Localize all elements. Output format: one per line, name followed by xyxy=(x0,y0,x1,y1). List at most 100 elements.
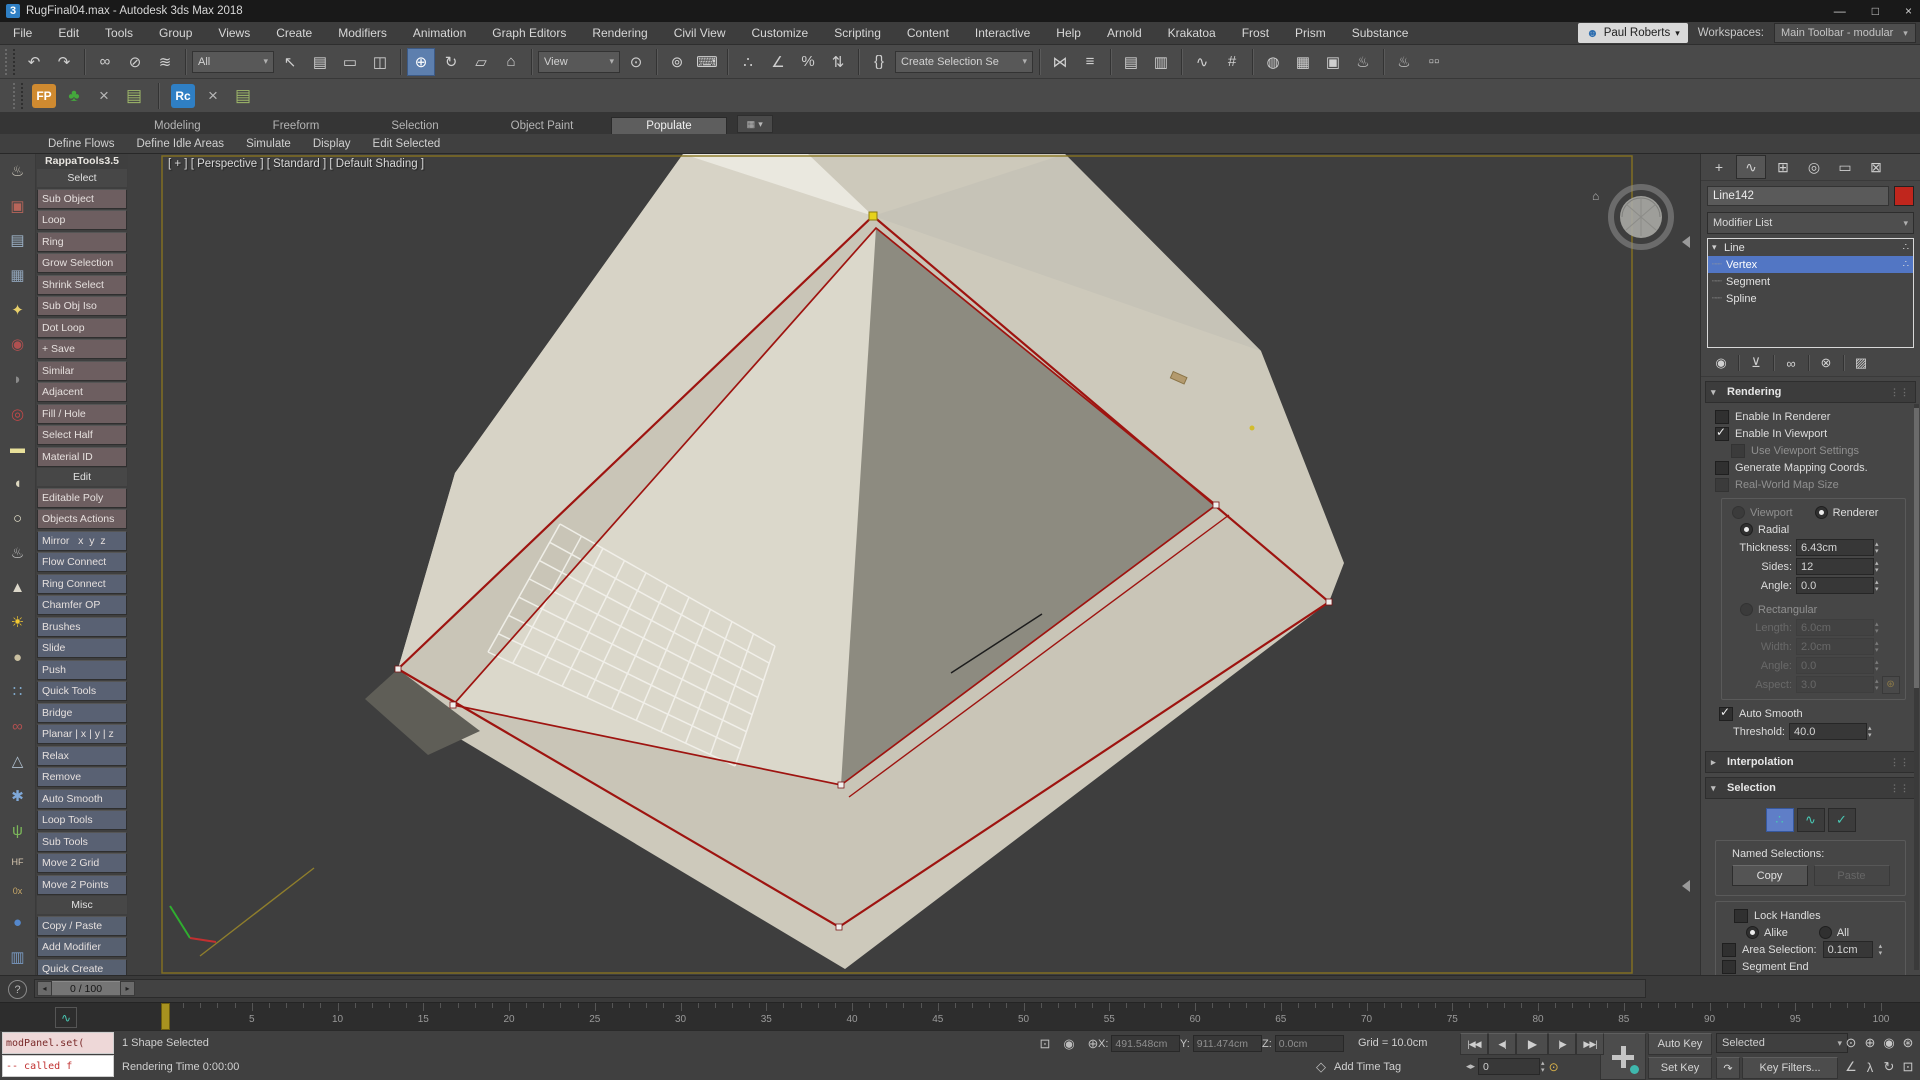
material-editor-icon[interactable]: ◍ xyxy=(1259,48,1287,76)
select-and-scale-icon[interactable]: ▱ xyxy=(467,48,495,76)
keyboard-shortcut-override-icon[interactable]: ⌨ xyxy=(693,48,721,76)
rappa-button-bridge[interactable]: Bridge xyxy=(37,703,127,723)
rappa-button-ring-connect[interactable]: Ring Connect xyxy=(37,574,127,594)
toggle-scene-explorer-icon[interactable]: ▤ xyxy=(1117,48,1145,76)
select-and-link-icon[interactable]: ∞ xyxy=(91,48,119,76)
rendered-frame-window-icon[interactable]: ▣ xyxy=(1319,48,1347,76)
modifier-list-dropdown[interactable]: Modifier List ▾ xyxy=(1707,212,1914,234)
zoom-button[interactable]: ⊙ xyxy=(1842,1033,1860,1053)
bind-to-space-warp-icon[interactable]: ≋ xyxy=(151,48,179,76)
railclone-lister-icon[interactable]: ▤ xyxy=(231,84,255,108)
menu-interactive[interactable]: Interactive xyxy=(962,22,1043,44)
menu-content[interactable]: Content xyxy=(894,22,962,44)
ribbon-tool-display[interactable]: Display xyxy=(305,137,359,151)
z-field[interactable]: 0.0cm xyxy=(1275,1035,1344,1052)
unlink-selection-icon[interactable]: ⊘ xyxy=(121,48,149,76)
select-and-manipulate-icon[interactable]: ⊚ xyxy=(663,48,691,76)
toggle-layer-explorer-icon[interactable]: ▥ xyxy=(1147,48,1175,76)
rappa-button-flow-connect[interactable]: Flow Connect xyxy=(37,552,127,572)
selection-lock-toggle-icon[interactable]: ◉ xyxy=(1060,1035,1078,1053)
spinner-up-icon[interactable]: ▴ xyxy=(1875,659,1879,666)
maximize-button[interactable]: □ xyxy=(1872,4,1879,18)
zoom-region-button[interactable]: ⊛ xyxy=(1899,1033,1917,1053)
render-in-cloud-icon[interactable]: ♨ xyxy=(1390,48,1418,76)
tab-freeform[interactable]: Freeform xyxy=(239,118,354,134)
rock-icon[interactable]: ✱ xyxy=(11,789,24,804)
radio-viewport[interactable] xyxy=(1732,506,1745,519)
rappa-button-mirror-x-y-z[interactable]: Mirror x y z xyxy=(37,531,127,551)
named-selection-sets-dropdown[interactable]: Create Selection Se▾ xyxy=(895,51,1033,73)
stack-item-vertex[interactable]: ┈┈Vertex∴ xyxy=(1708,256,1913,273)
rappa-button-grow-selection[interactable]: Grow Selection xyxy=(37,253,127,273)
checkbox-use-viewport-settings[interactable] xyxy=(1731,444,1745,458)
ribbon-tool-define-idle-areas[interactable]: Define Idle Areas xyxy=(128,137,232,151)
rappa-button-material-id[interactable]: Material ID xyxy=(37,447,127,467)
spinner-up-icon[interactable]: ▴ xyxy=(1875,579,1879,586)
configure-modifier-sets-icon[interactable]: ▨ xyxy=(1849,353,1873,373)
field-thickness[interactable]: 6.43cm xyxy=(1796,539,1874,556)
all-radio[interactable] xyxy=(1819,926,1832,939)
field-sides[interactable]: 12 xyxy=(1796,558,1874,575)
menu-file[interactable]: File xyxy=(0,22,45,44)
angle-snap-icon[interactable]: ∠ xyxy=(764,48,792,76)
aspect-lock-button[interactable]: ⊛ xyxy=(1882,676,1900,694)
segment-subobject-button[interactable]: ∿ xyxy=(1797,808,1825,832)
time-slider-track[interactable]: ◂ 0 / 100 ▸ xyxy=(34,979,1646,998)
default-in-out-tangent-button[interactable]: ↷ xyxy=(1716,1057,1740,1079)
menu-scripting[interactable]: Scripting xyxy=(821,22,894,44)
spinner-down-icon[interactable]: ▾ xyxy=(1875,666,1879,673)
rappa-button-quick-tools[interactable]: Quick Tools xyxy=(37,681,127,701)
spinner-down-icon[interactable]: ▾ xyxy=(1875,628,1879,635)
track-bar-ruler[interactable]: 5101520253035404550556065707580859095100 xyxy=(0,1003,1920,1031)
rappa-button-select-half[interactable]: Select Half xyxy=(37,425,127,445)
menu-group[interactable]: Group xyxy=(146,22,205,44)
mirror-icon[interactable]: ⋈ xyxy=(1046,48,1074,76)
rappa-button-save[interactable]: + Save xyxy=(37,339,127,359)
area-selection-field[interactable]: 0.1cm xyxy=(1823,941,1873,958)
rappa-button-move-2-points[interactable]: Move 2 Points xyxy=(37,875,127,895)
selection-filter-dropdown[interactable]: All▾ xyxy=(192,51,274,73)
teapot-icon[interactable]: ♨ xyxy=(11,164,24,179)
alike-radio[interactable] xyxy=(1746,926,1759,939)
zoom-all-button[interactable]: ⊕ xyxy=(1861,1033,1879,1053)
tab-selection[interactable]: Selection xyxy=(357,118,472,134)
radio-radial[interactable] xyxy=(1740,523,1753,536)
menu-arnold[interactable]: Arnold xyxy=(1094,22,1155,44)
blue-sphere-icon[interactable]: ● xyxy=(13,915,22,930)
menu-edit[interactable]: Edit xyxy=(45,22,92,44)
remove-modifier-icon[interactable]: ⊗ xyxy=(1814,353,1838,373)
rappa-button-quick-create[interactable]: Quick Create xyxy=(37,959,127,976)
field-angle[interactable]: 0.0 xyxy=(1796,657,1874,674)
hierarchy-tab[interactable]: ⊞ xyxy=(1769,156,1797,178)
ribbon-tool-define-flows[interactable]: Define Flows xyxy=(40,137,122,151)
render-window-icon[interactable]: ▣ xyxy=(10,199,24,214)
frame-spin-arrows-icon[interactable]: ◂▸ xyxy=(1466,1061,1475,1072)
spheres-icon[interactable]: ∞ xyxy=(12,719,23,734)
key-mode-toggle-icon[interactable]: ⊙ xyxy=(1549,1060,1559,1074)
forest-tools-icon[interactable]: × xyxy=(92,84,116,108)
coin-icon[interactable]: 0x xyxy=(13,887,23,896)
spinner-up-icon[interactable]: ▴ xyxy=(1875,621,1879,628)
field-width[interactable]: 2.0cm xyxy=(1796,638,1874,655)
lock-handles-checkbox[interactable] xyxy=(1734,909,1748,923)
spinner-angle[interactable]: ▴▾ xyxy=(1875,659,1879,673)
cone-icon[interactable]: ▲ xyxy=(10,580,25,595)
menu-customize[interactable]: Customize xyxy=(739,22,822,44)
railclone-icon[interactable]: Rc xyxy=(171,84,195,108)
tab-populate[interactable]: Populate xyxy=(611,117,726,134)
forest-trees-icon[interactable]: ♣ xyxy=(62,84,86,108)
ribbon-tool-simulate[interactable]: Simulate xyxy=(238,137,299,151)
curve-editor-icon[interactable]: ∿ xyxy=(1188,48,1216,76)
checkbox-real-world-map-size[interactable] xyxy=(1715,478,1729,492)
panel-scrollbar-thumb[interactable] xyxy=(1914,408,1919,688)
helmet-icon[interactable]: ◗ xyxy=(13,372,22,387)
menu-create[interactable]: Create xyxy=(263,22,325,44)
schematic-view-icon[interactable]: # xyxy=(1218,48,1246,76)
auto-key-button[interactable]: Auto Key xyxy=(1648,1033,1712,1055)
select-and-move-icon[interactable]: ⊕ xyxy=(407,48,435,76)
menu-help[interactable]: Help xyxy=(1043,22,1094,44)
menu-prism[interactable]: Prism xyxy=(1282,22,1339,44)
note-icon[interactable]: ▬ xyxy=(10,441,25,456)
hf-brush-icon[interactable]: HF xyxy=(12,858,24,867)
minimize-button[interactable]: — xyxy=(1834,4,1846,18)
